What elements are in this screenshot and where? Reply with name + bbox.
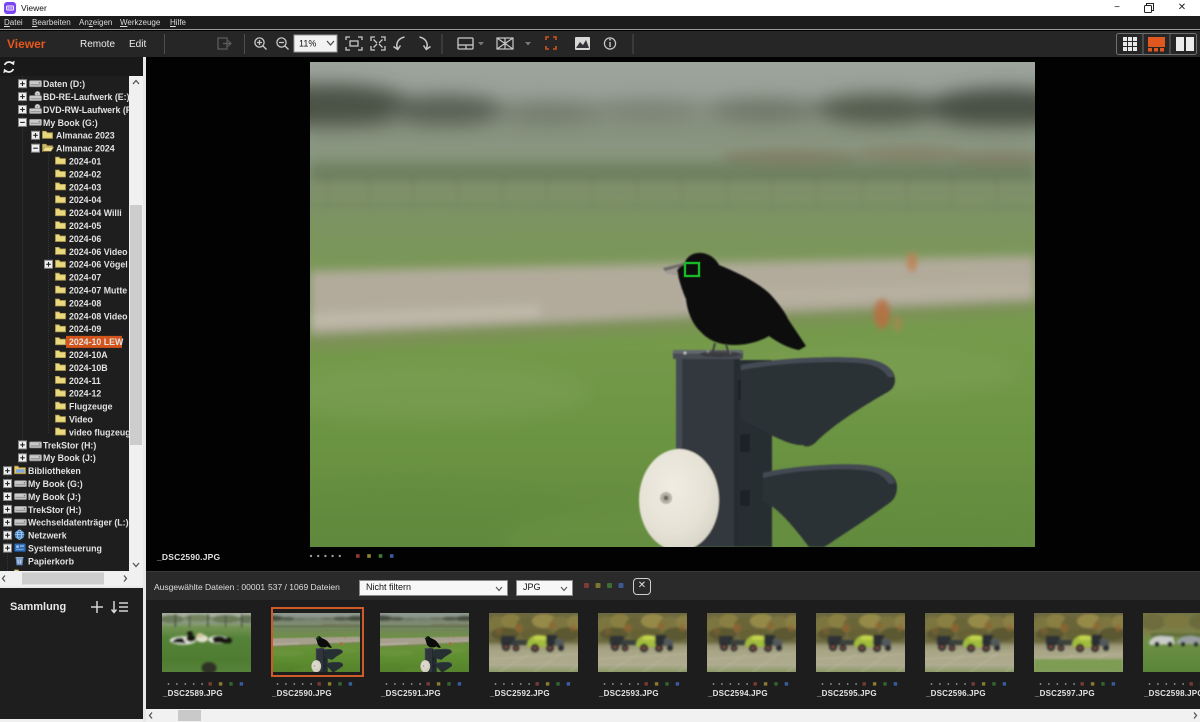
svg-text:2024-03: 2024-03 xyxy=(69,182,101,192)
svg-text:TrekStor (H:): TrekStor (H:) xyxy=(28,505,81,515)
svg-text:My Book (G:): My Book (G:) xyxy=(43,118,98,128)
svg-text:2024-10B: 2024-10B xyxy=(69,363,108,373)
svg-text:Papierkorb: Papierkorb xyxy=(28,556,75,566)
svg-text:2024-07: 2024-07 xyxy=(69,273,101,283)
svg-text:2024-12: 2024-12 xyxy=(69,389,101,399)
svg-text:Bibliotheken: Bibliotheken xyxy=(28,466,81,476)
svg-text:Daten (D:): Daten (D:) xyxy=(43,79,85,89)
svg-text:BD-RE-Laufwerk (E:): BD-RE-Laufwerk (E:) xyxy=(43,92,129,102)
svg-text:2024-10 LEW: 2024-10 LEW xyxy=(69,337,124,347)
svg-text:2024-10A: 2024-10A xyxy=(69,350,108,360)
svg-text:TrekStor (H:): TrekStor (H:) xyxy=(43,440,96,450)
svg-text:2024-07 Mutte: 2024-07 Mutte xyxy=(69,286,127,296)
svg-text:11%: 11% xyxy=(299,39,316,49)
svg-text:2024-04 Willi: 2024-04 Willi xyxy=(69,208,122,218)
svg-text:2024-06: 2024-06 xyxy=(69,234,101,244)
svg-text:Video: Video xyxy=(69,415,93,425)
svg-text:My Book (J:): My Book (J:) xyxy=(43,453,96,463)
svg-text:Netzwerk: Netzwerk xyxy=(28,531,67,541)
svg-text:Almanac 2024: Almanac 2024 xyxy=(56,144,115,154)
svg-text:Flugzeuge: Flugzeuge xyxy=(69,402,113,412)
svg-text:Wechseldatenträger (L:): Wechseldatenträger (L:) xyxy=(28,518,129,528)
svg-text:2024-01: 2024-01 xyxy=(69,157,101,167)
svg-text:2024-02: 2024-02 xyxy=(69,169,101,179)
svg-text:2024-08: 2024-08 xyxy=(69,298,101,308)
svg-text:video flugzeug: video flugzeug xyxy=(69,427,129,437)
svg-text:My Book (J:): My Book (J:) xyxy=(28,492,81,502)
svg-text:2024-04: 2024-04 xyxy=(69,195,101,205)
svg-text:2024-05: 2024-05 xyxy=(69,221,101,231)
svg-text:My Book (G:): My Book (G:) xyxy=(28,479,83,489)
svg-text:2024-06 Vögel: 2024-06 Vögel xyxy=(69,260,128,270)
svg-text:2024-11: 2024-11 xyxy=(69,376,101,386)
svg-text:Almanac 2023: Almanac 2023 xyxy=(56,131,115,141)
svg-text:2024-06 Video: 2024-06 Video xyxy=(69,247,128,257)
svg-text:2024-08 Video: 2024-08 Video xyxy=(69,311,128,321)
svg-text:2024-09: 2024-09 xyxy=(69,324,101,334)
svg-text:DVD-RW-Laufwerk (F: DVD-RW-Laufwerk (F xyxy=(43,105,129,115)
svg-text:Systemsteuerung: Systemsteuerung xyxy=(28,544,102,554)
